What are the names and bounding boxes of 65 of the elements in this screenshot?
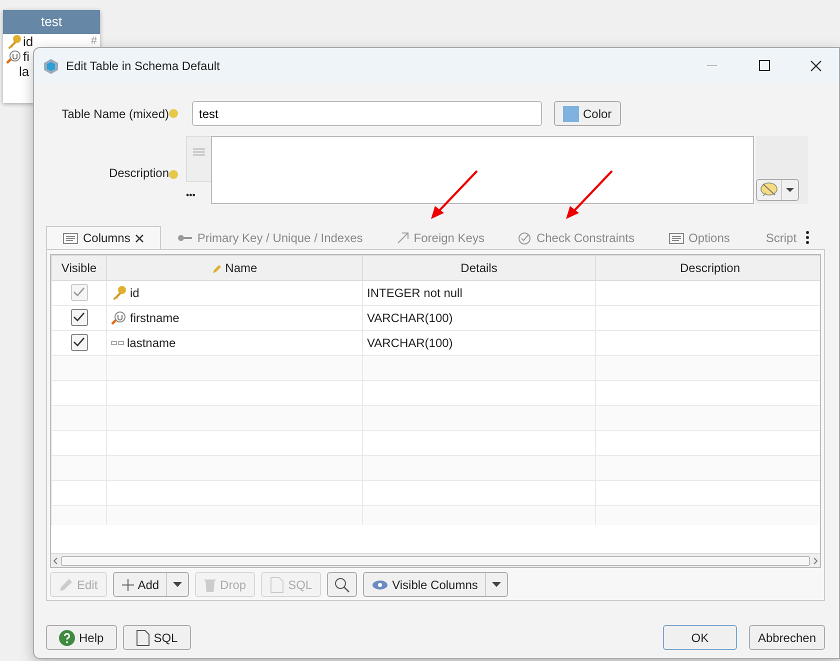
help-button[interactable]: Help [46, 625, 117, 650]
help-icon [169, 109, 178, 118]
tab[interactable]: Columns [46, 226, 162, 249]
ok-button[interactable]: OK [662, 625, 737, 650]
field-label: Description [108, 165, 169, 182]
table-cell: VARCHAR(100) [367, 311, 453, 325]
table-cell: VARCHAR(100) [367, 336, 453, 350]
more-icon [806, 231, 809, 244]
caret-icon [492, 582, 501, 587]
field-label: Table Name (mixed) [60, 106, 169, 122]
app-icon [42, 56, 60, 74]
table-cell-text: firstname [130, 310, 180, 327]
sql-button: SQL [261, 572, 322, 597]
type-mark: # [90, 34, 97, 50]
help-icon [169, 170, 178, 179]
check-icon [73, 337, 85, 348]
table-cell-text: lastname [127, 335, 176, 352]
sql-button[interactable]: SQL [122, 625, 191, 650]
list-icon [63, 232, 78, 244]
color-button[interactable]: Color [554, 101, 621, 126]
column-header[interactable]: Visible [52, 256, 106, 280]
column-header[interactable]: Details [362, 256, 596, 280]
description-field[interactable] [211, 136, 754, 204]
close-icon [810, 60, 822, 72]
add-button[interactable]: Add [112, 572, 190, 597]
visible-columns-button[interactable]: Visible Columns [363, 572, 508, 597]
check-icon [73, 287, 85, 298]
pencil-icon [59, 578, 73, 592]
document-icon [136, 630, 150, 646]
search-icon [334, 576, 350, 592]
cancel-button[interactable]: Abbrechen [748, 625, 825, 650]
caret-icon [785, 187, 795, 193]
eye-icon [372, 580, 388, 590]
checkbox[interactable] [70, 334, 88, 351]
horizontal-scrollbar[interactable] [51, 553, 820, 567]
caret-icon [173, 582, 182, 587]
plus-icon [122, 578, 134, 590]
check-icon [73, 312, 85, 322]
search-button[interactable] [327, 572, 358, 597]
edit-button: Edit [50, 572, 107, 597]
comment-icon [760, 182, 778, 198]
list-icon [668, 232, 684, 244]
trash-icon [204, 578, 216, 592]
check-circle-icon [518, 232, 532, 244]
column-header[interactable]: Name [106, 256, 362, 280]
column-header[interactable]: Description [596, 256, 820, 280]
help-icon [59, 630, 75, 646]
key-icon [6, 34, 22, 50]
maximize-icon [758, 60, 770, 71]
checkbox[interactable] [70, 308, 88, 326]
table-cell: INTEGER not null [367, 286, 462, 300]
drop-button: Drop [195, 572, 256, 597]
more-button[interactable]: ••• [186, 188, 211, 202]
entity-title: test [3, 10, 100, 34]
window-title: Edit Table in Schema Default [66, 58, 221, 74]
pencil-icon [212, 264, 222, 274]
key-icon [178, 234, 192, 242]
minimize-icon [707, 65, 717, 66]
format-icon [193, 148, 205, 158]
arrow-icon [396, 232, 409, 244]
table-cell-text: id [130, 285, 140, 302]
table-name-field[interactable]: test [192, 101, 542, 126]
document-icon [270, 576, 284, 592]
unique-key-icon [6, 48, 22, 64]
close-icon[interactable] [135, 234, 144, 242]
